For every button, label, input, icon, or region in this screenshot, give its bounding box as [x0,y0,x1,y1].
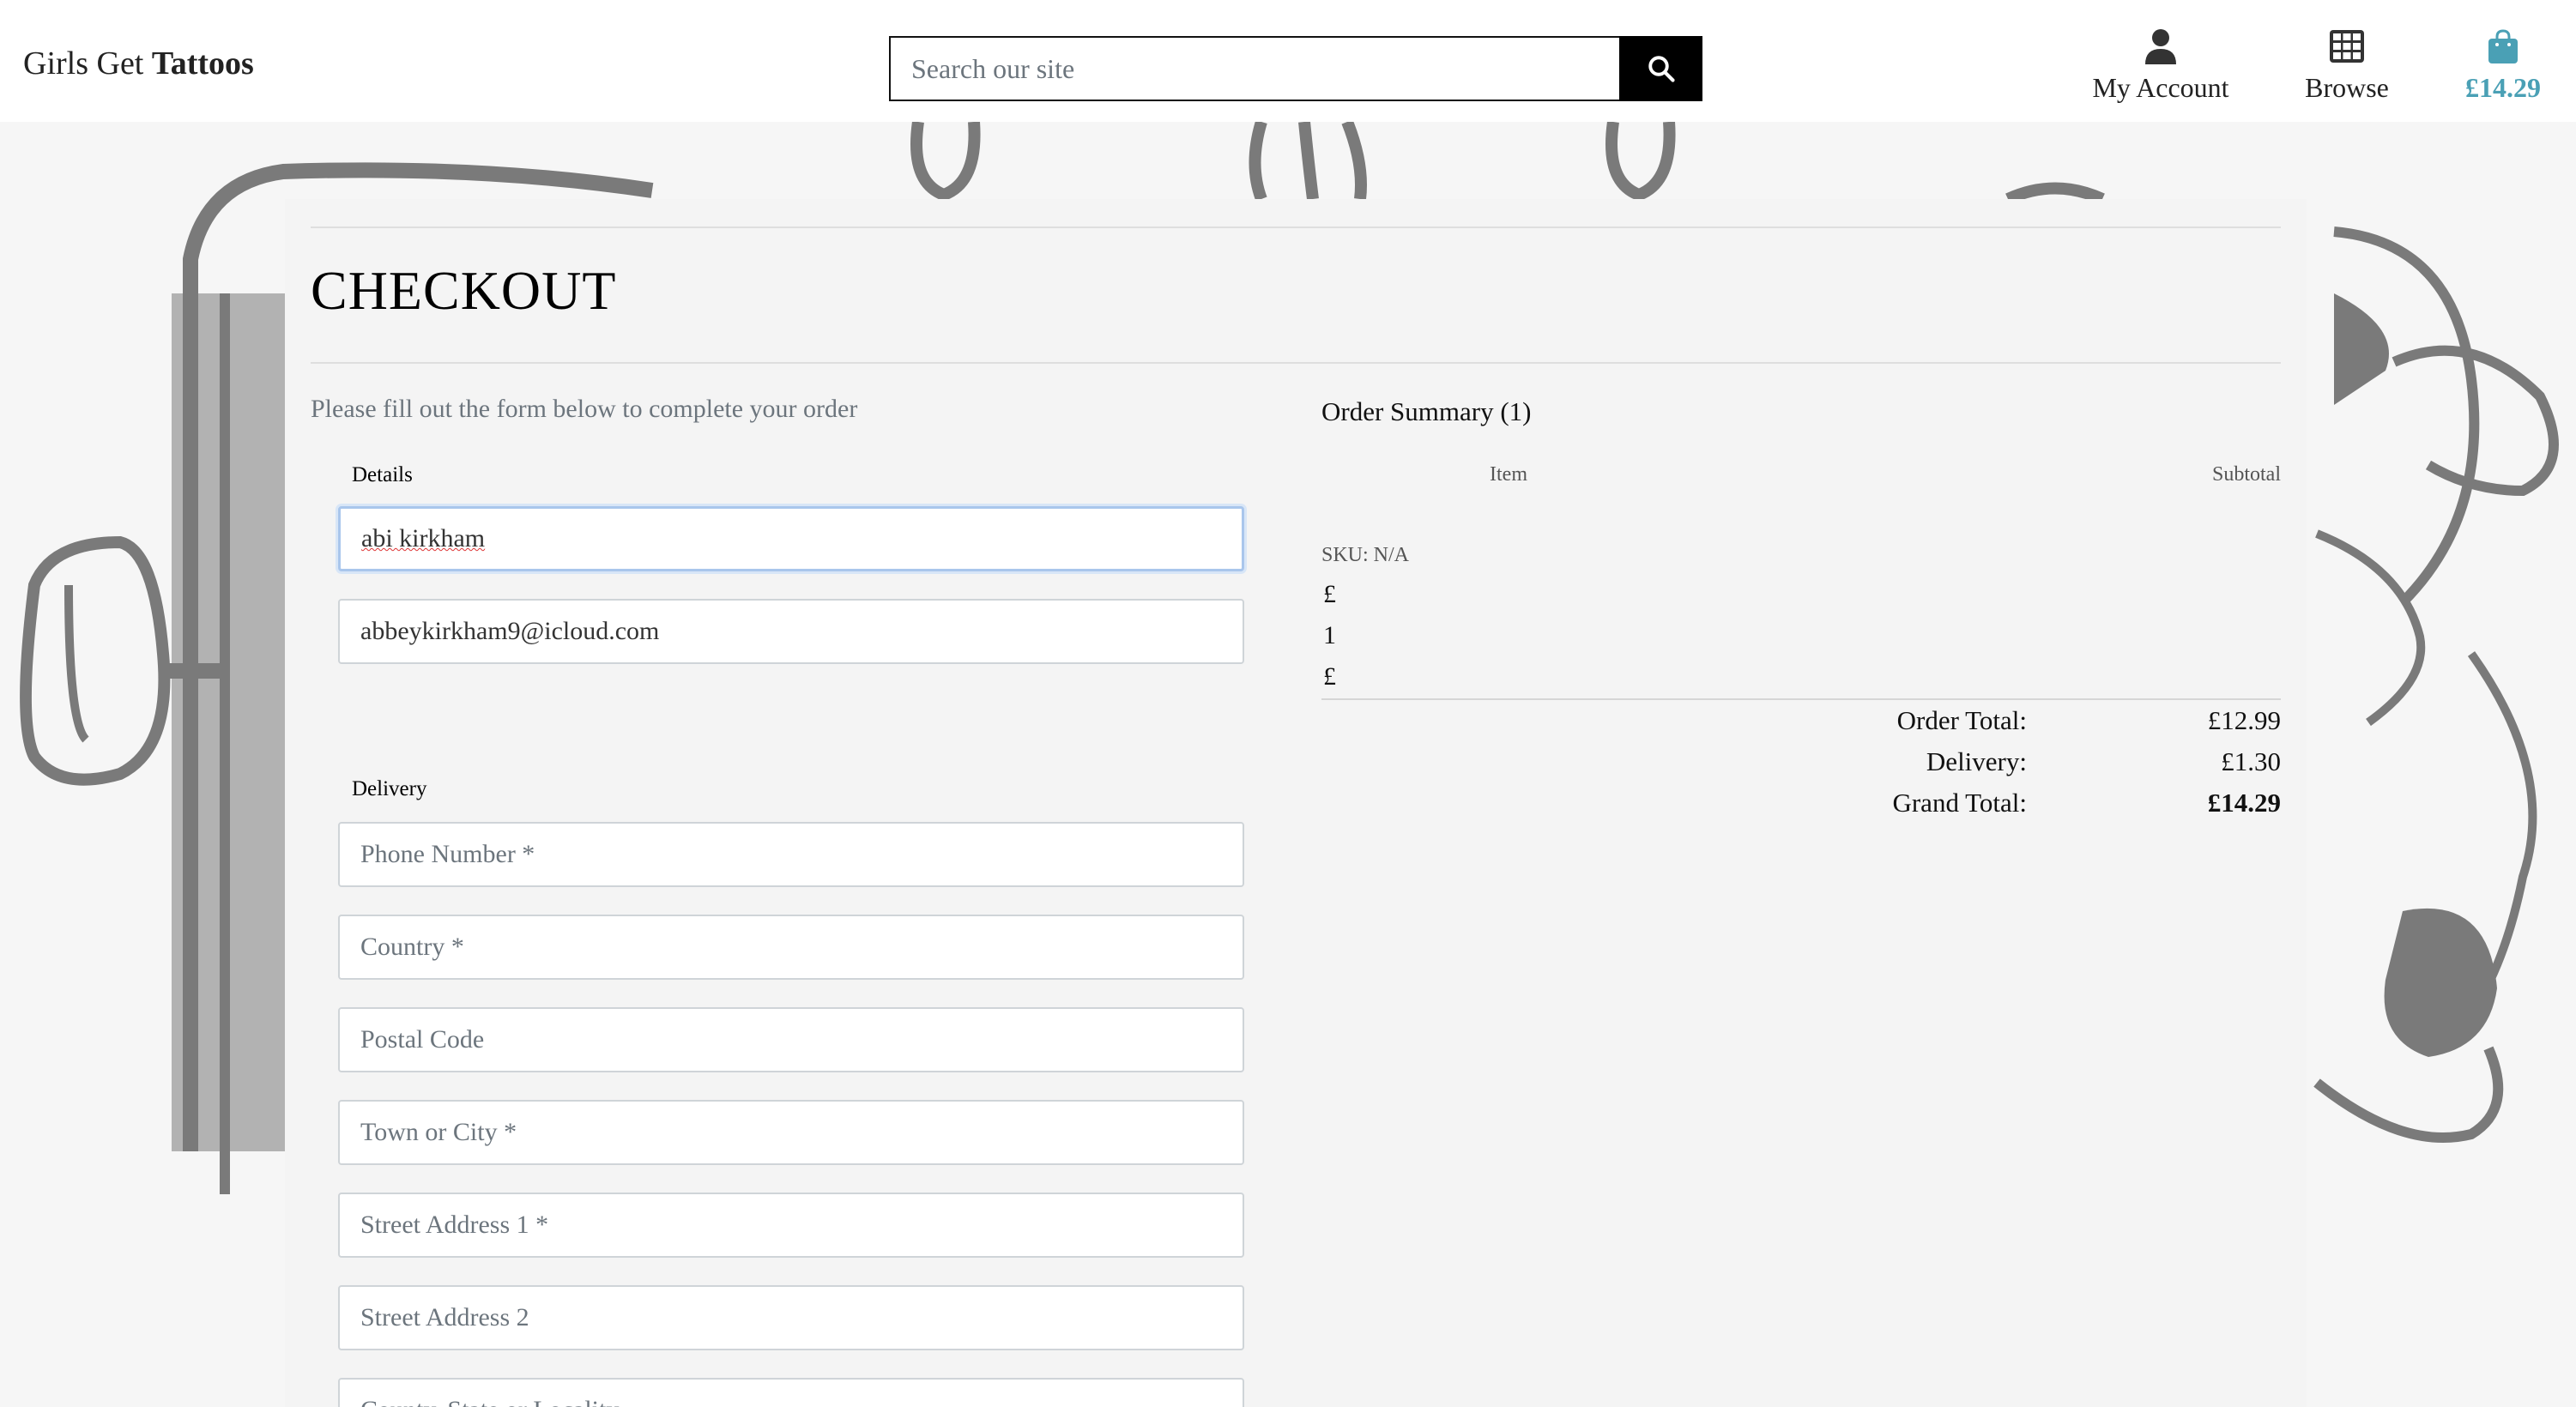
full-name-value: abi kirkham [361,524,486,553]
column-header-item: Item [1490,463,1527,486]
checkout-card: CHECKOUT Please fill out the form below … [285,199,2307,1407]
logo-text-bold: Tattoos [151,45,254,82]
postal-code-field[interactable] [338,1007,1244,1072]
town-city-field[interactable] [338,1100,1244,1165]
details-legend: Details [352,463,413,486]
delivery-cost-value: £1.30 [2221,746,2281,776]
column-header-subtotal: Subtotal [2211,463,2281,486]
order-summary-title: Order Summary (1) [1321,396,1532,426]
nav-my-account[interactable]: My Account [2090,26,2231,108]
divider-under-title [311,362,2281,364]
item-price: £ [1323,580,1336,608]
page-title: CHECKOUT [311,260,617,321]
street-address-1-field[interactable] [338,1193,1244,1258]
search-icon [1648,56,1675,82]
search-input[interactable] [889,36,1619,101]
item-subtotal: £ [1323,662,1336,691]
site-logo[interactable]: Girls Get Tattoos [23,45,254,82]
grand-total-value: £14.29 [2207,788,2281,818]
user-icon [2145,29,2176,64]
phone-number-field[interactable] [338,822,1244,887]
search-form [889,36,1702,101]
nav-my-account-label: My Account [2092,72,2229,103]
country-field[interactable] [338,915,1244,980]
full-name-field[interactable]: abi kirkham [338,506,1244,571]
street-address-2-field[interactable] [338,1285,1244,1350]
logo-text-plain: Girls Get [23,45,144,82]
site-header: Girls Get Tattoos My Account [0,0,2576,122]
delivery-legend: Delivery [352,777,427,800]
checkout-intro: Please fill out the form below to comple… [311,395,858,423]
grid-icon [2330,30,2364,63]
nav-browse-label: Browse [2305,72,2389,103]
county-field[interactable] [338,1378,1244,1407]
divider-top [311,226,2281,228]
delivery-cost-label: Delivery: [1926,746,2027,776]
nav-shopping-bag[interactable]: £14.29 [2456,26,2550,108]
search-button[interactable] [1619,36,1702,101]
nav-browse[interactable]: Browse [2298,26,2396,108]
item-sku: SKU: N/A [1321,544,1410,566]
shopping-bag-icon [2488,29,2518,63]
order-total-value: £12.99 [2207,705,2281,735]
item-quantity: 1 [1323,621,1336,649]
order-total-label: Order Total: [1896,705,2027,735]
totals-divider [1321,698,2281,700]
bag-total: £14.29 [2465,72,2541,103]
email-field[interactable] [338,599,1244,664]
grand-total-label: Grand Total: [1892,788,2027,818]
